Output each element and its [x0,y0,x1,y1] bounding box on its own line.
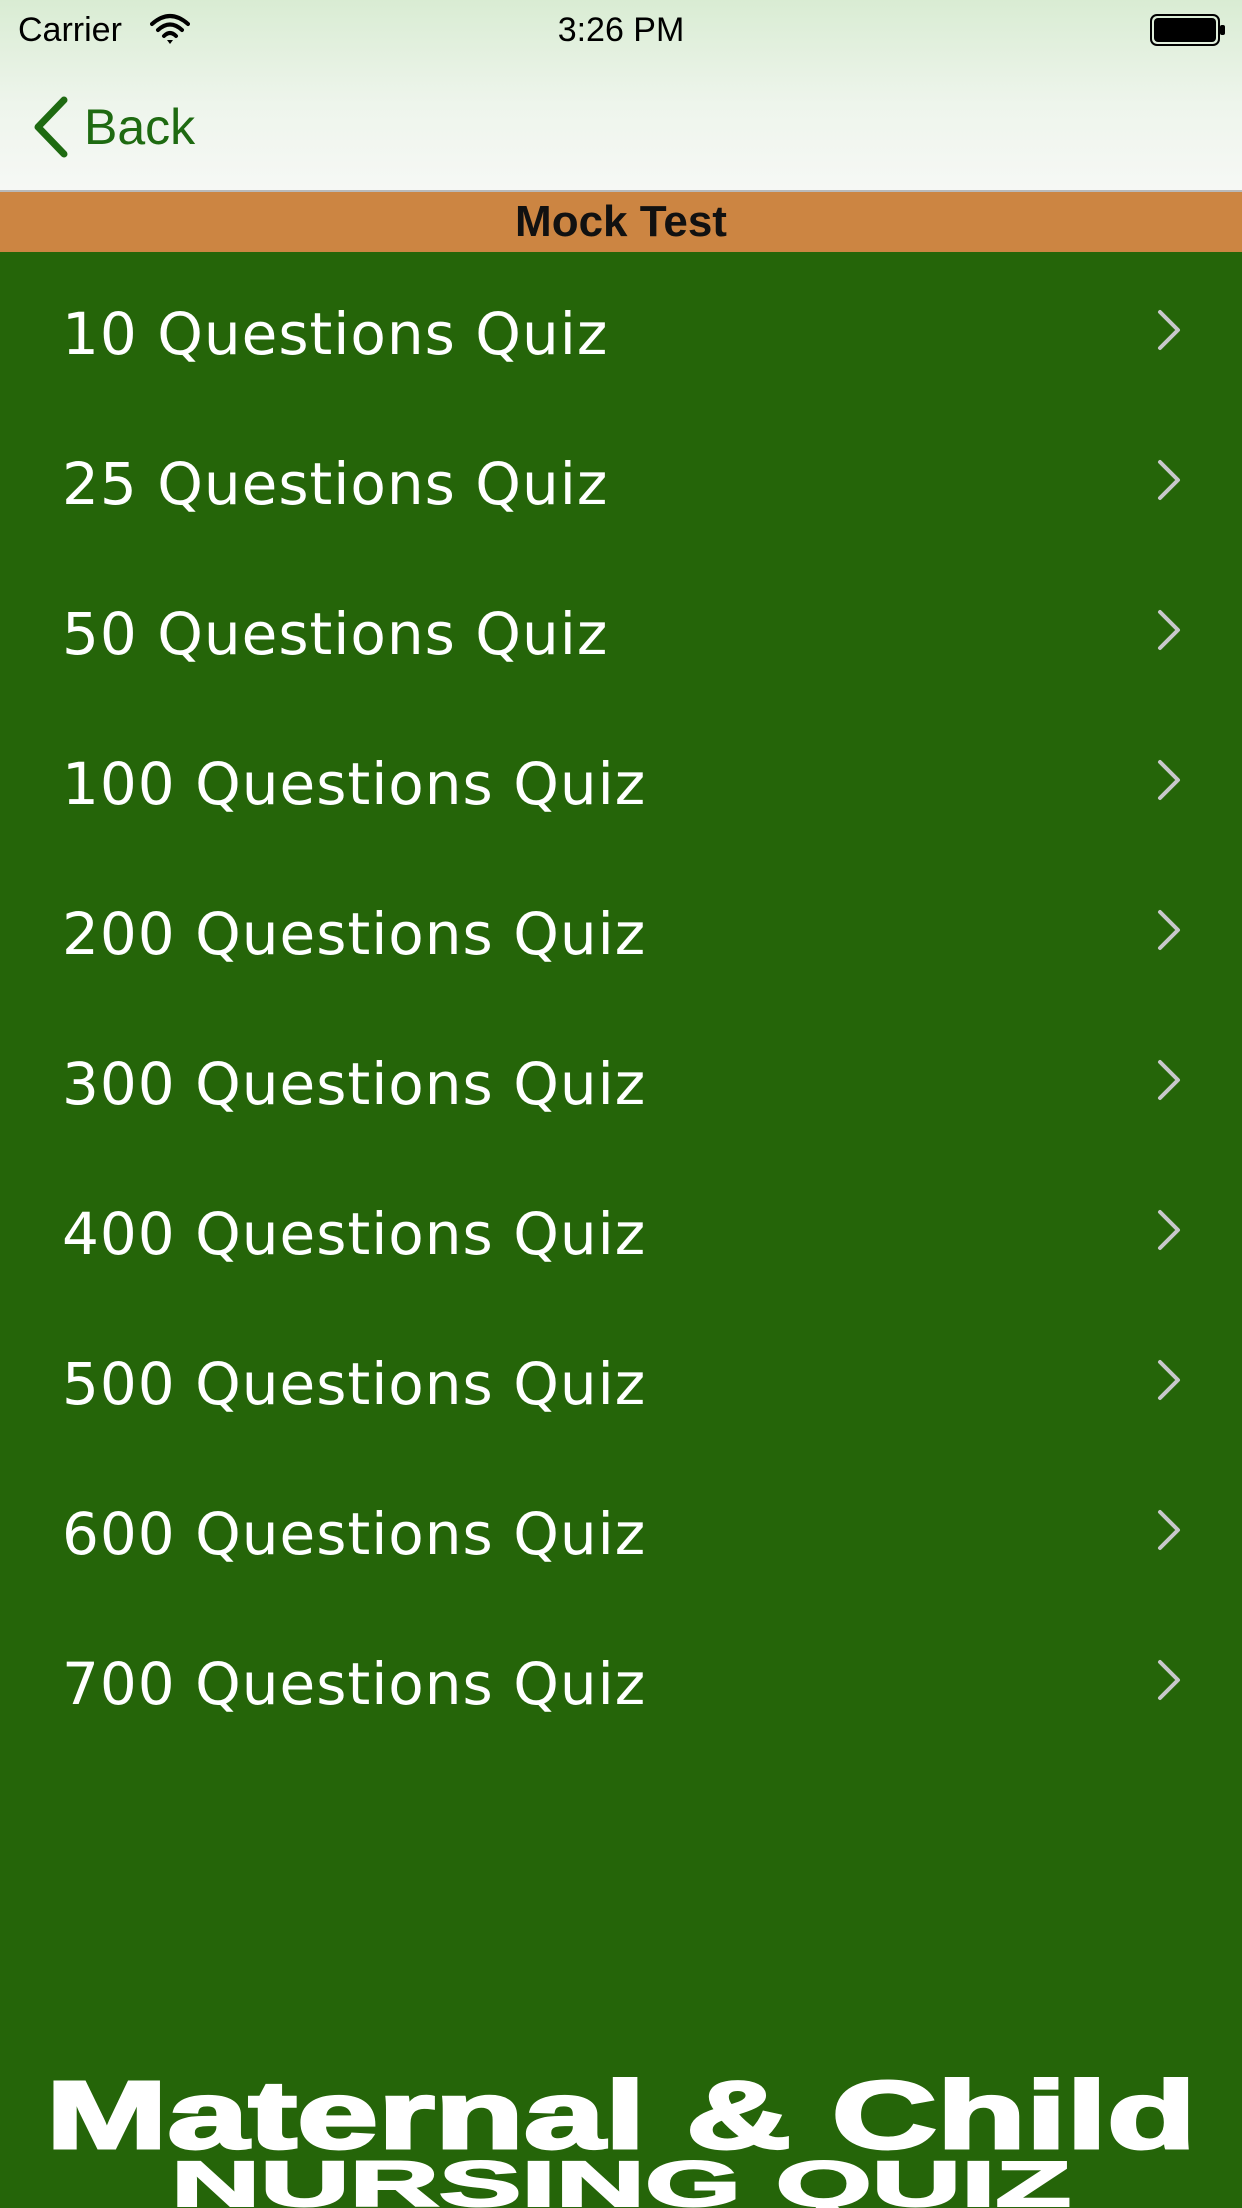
quiz-item-label: 600 Questions Quiz [62,1500,647,1568]
chevron-left-icon [34,96,68,158]
chevron-right-icon [1158,1660,1180,1700]
chevron-right-icon [1158,910,1180,950]
battery-icon [1150,14,1225,46]
quiz-item-50[interactable]: 50 Questions Quiz [0,552,1242,702]
quiz-item-25[interactable]: 25 Questions Quiz [0,402,1242,552]
chevron-right-icon [1158,1360,1180,1400]
quiz-list: 10 Questions Quiz 25 Questions Quiz 50 Q… [0,252,1242,1752]
quiz-item-200[interactable]: 200 Questions Quiz [0,852,1242,1002]
quiz-item-500[interactable]: 500 Questions Quiz [0,1302,1242,1452]
quiz-item-label: 500 Questions Quiz [62,1350,647,1418]
quiz-item-300[interactable]: 300 Questions Quiz [0,1002,1242,1152]
chevron-right-icon [1158,460,1180,500]
quiz-item-label: 10 Questions Quiz [62,300,609,368]
quiz-item-100[interactable]: 100 Questions Quiz [0,702,1242,852]
chevron-right-icon [1158,760,1180,800]
quiz-item-600[interactable]: 600 Questions Quiz [0,1452,1242,1602]
section-title: Mock Test [0,192,1242,252]
chevron-right-icon [1158,610,1180,650]
logo-line2: NURSING QUIZ [171,2148,1071,2208]
quiz-item-label: 700 Questions Quiz [62,1650,647,1718]
chevron-right-icon [1158,1060,1180,1100]
quiz-item-label: 50 Questions Quiz [62,600,609,668]
chevron-right-icon [1158,1210,1180,1250]
quiz-item-label: 400 Questions Quiz [62,1200,647,1268]
quiz-item-label: 300 Questions Quiz [62,1050,647,1118]
navigation-bar: Carrier 3:26 PM Back [0,0,1242,192]
quiz-item-label: 100 Questions Quiz [62,750,647,818]
quiz-item-700[interactable]: 700 Questions Quiz [0,1602,1242,1752]
chevron-right-icon [1158,310,1180,350]
app-logo: Maternal & Child NURSING QUIZ [45,2061,1198,2208]
back-label: Back [84,99,196,155]
quiz-item-label: 25 Questions Quiz [62,450,609,518]
chevron-right-icon [1158,1510,1180,1550]
status-time: 3:26 PM [557,11,685,49]
status-bar: Carrier 3:26 PM [0,0,1242,60]
quiz-item-10[interactable]: 10 Questions Quiz [0,252,1242,402]
quiz-item-label: 200 Questions Quiz [62,900,647,968]
back-button[interactable]: Back [30,92,195,162]
quiz-item-400[interactable]: 400 Questions Quiz [0,1152,1242,1302]
